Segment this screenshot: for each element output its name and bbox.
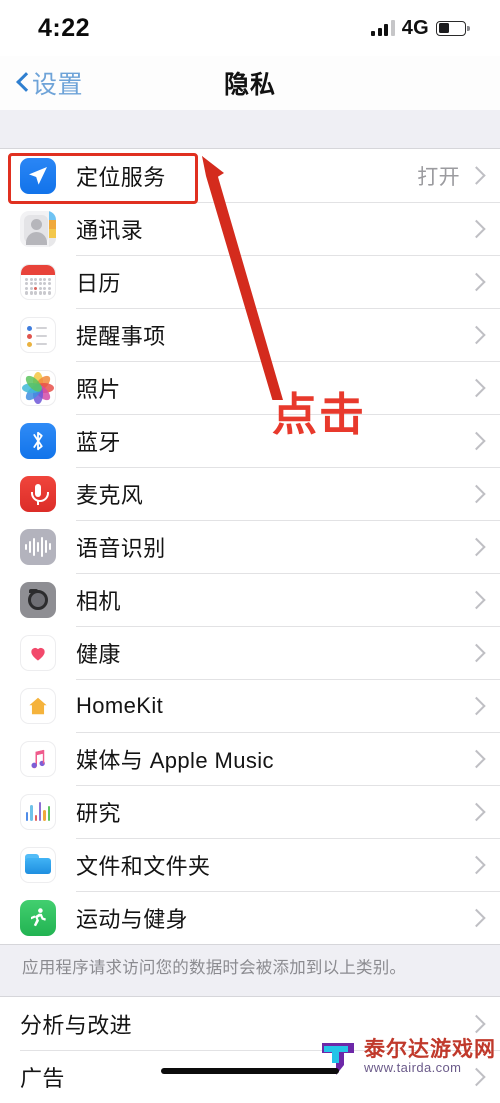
row-location-services[interactable]: 定位服务 打开	[0, 149, 500, 202]
row-label: 照片	[76, 376, 121, 402]
row-label: 相机	[76, 588, 121, 614]
battery-icon	[436, 20, 470, 36]
row-analytics-improvements[interactable]: 分析与改进	[0, 997, 500, 1051]
section-gap-top	[0, 110, 500, 149]
row-accessory	[467, 272, 486, 291]
chevron-right-icon	[467, 696, 486, 715]
row-accessory: 打开	[417, 161, 486, 191]
row-accessory	[467, 696, 486, 715]
signal-bars-icon	[371, 20, 395, 36]
row-label: 媒体与 Apple Music	[76, 747, 274, 773]
row-homekit[interactable]: HomeKit	[0, 679, 500, 732]
row-files-and-folders[interactable]: 文件和文件夹	[0, 838, 500, 891]
microphone-icon	[20, 475, 56, 512]
row-label: 蓝牙	[76, 429, 121, 455]
row-label: 定位服务	[76, 164, 166, 190]
chevron-right-icon	[467, 484, 486, 503]
row-accessory	[467, 378, 486, 397]
chevron-right-icon	[467, 325, 486, 344]
speech-recognition-icon	[20, 528, 56, 565]
row-label: 运动与健身	[76, 906, 189, 932]
row-reminders[interactable]: 提醒事项	[0, 308, 500, 361]
status-right-group: 4G	[371, 16, 470, 40]
analytics-section-list: 分析与改进 广告	[0, 997, 500, 1103]
network-type-label: 4G	[401, 16, 429, 39]
chevron-right-icon	[467, 431, 486, 450]
camera-icon	[20, 581, 56, 618]
section-footer-note: 应用程序请求访问您的数据时会被添加到以上类别。	[0, 944, 500, 998]
chevron-right-icon	[467, 378, 486, 397]
chevron-right-icon	[467, 1067, 486, 1086]
row-label: 麦克风	[76, 482, 144, 508]
row-accessory	[467, 802, 486, 821]
photos-icon	[20, 369, 56, 406]
chevron-right-icon	[467, 537, 486, 556]
iphone-screen: 4:22 4G 设置 隐私 定位服务 打开 通讯录 日历 提醒事项 照片 蓝牙 …	[0, 0, 500, 1103]
settings-scroll-view[interactable]: 定位服务 打开 通讯录 日历 提醒事项 照片 蓝牙 麦克风 语音识别 相机 健康…	[0, 110, 500, 1103]
chevron-right-icon	[467, 166, 486, 185]
chevron-right-icon	[467, 908, 486, 927]
row-label: 提醒事项	[76, 323, 166, 349]
contacts-icon	[20, 210, 56, 247]
row-accessory	[467, 908, 486, 927]
apple-music-icon	[20, 740, 56, 777]
row-bluetooth[interactable]: 蓝牙	[0, 414, 500, 467]
row-accessory	[467, 749, 486, 768]
privacy-category-list: 定位服务 打开 通讯录 日历 提醒事项 照片 蓝牙 麦克风 语音识别 相机 健康…	[0, 149, 500, 944]
row-accessory	[467, 1067, 486, 1086]
chevron-right-icon	[467, 272, 486, 291]
row-media-apple-music[interactable]: 媒体与 Apple Music	[0, 732, 500, 785]
row-accessory	[467, 1014, 486, 1033]
location-services-icon	[20, 157, 56, 194]
row-value: 打开	[417, 165, 460, 189]
row-accessory	[467, 431, 486, 450]
row-speech-recognition[interactable]: 语音识别	[0, 520, 500, 573]
chevron-right-icon	[467, 590, 486, 609]
chevron-right-icon	[467, 1014, 486, 1033]
status-time: 4:22	[38, 13, 91, 42]
row-label: 广告	[20, 1065, 65, 1091]
row-health[interactable]: 健康	[0, 626, 500, 679]
chevron-right-icon	[467, 219, 486, 238]
files-and-folders-icon	[20, 846, 56, 883]
research-icon	[20, 793, 56, 830]
bluetooth-icon	[20, 422, 56, 459]
row-contacts[interactable]: 通讯录	[0, 202, 500, 255]
row-accessory	[467, 484, 486, 503]
health-icon	[20, 634, 56, 671]
row-calendar[interactable]: 日历	[0, 255, 500, 308]
row-label: 通讯录	[76, 217, 144, 243]
chevron-right-icon	[467, 855, 486, 874]
row-camera[interactable]: 相机	[0, 573, 500, 626]
row-accessory	[467, 219, 486, 238]
row-advertising[interactable]: 广告	[0, 1050, 500, 1103]
chevron-right-icon	[467, 749, 486, 768]
row-fitness[interactable]: 运动与健身	[0, 891, 500, 944]
row-photos[interactable]: 照片	[0, 361, 500, 414]
row-label: 研究	[76, 800, 121, 826]
chevron-right-icon	[467, 802, 486, 821]
row-label: 文件和文件夹	[76, 853, 211, 879]
chevron-right-icon	[467, 643, 486, 662]
row-accessory	[467, 590, 486, 609]
row-label: 分析与改进	[20, 1012, 133, 1038]
status-bar: 4:22 4G	[0, 0, 500, 56]
row-label: HomeKit	[76, 692, 164, 718]
row-accessory	[467, 537, 486, 556]
row-label: 健康	[76, 641, 121, 667]
row-label: 语音识别	[76, 535, 166, 561]
row-research[interactable]: 研究	[0, 785, 500, 838]
row-microphone[interactable]: 麦克风	[0, 467, 500, 520]
row-accessory	[467, 855, 486, 874]
fitness-icon	[20, 899, 56, 936]
calendar-icon	[20, 263, 56, 300]
navigation-bar: 设置 隐私	[0, 56, 500, 111]
row-label: 日历	[76, 270, 121, 296]
homekit-icon	[20, 687, 56, 724]
home-indicator	[161, 1068, 339, 1074]
row-accessory	[467, 643, 486, 662]
row-accessory	[467, 325, 486, 344]
page-title: 隐私	[223, 71, 276, 99]
reminders-icon	[20, 316, 56, 353]
